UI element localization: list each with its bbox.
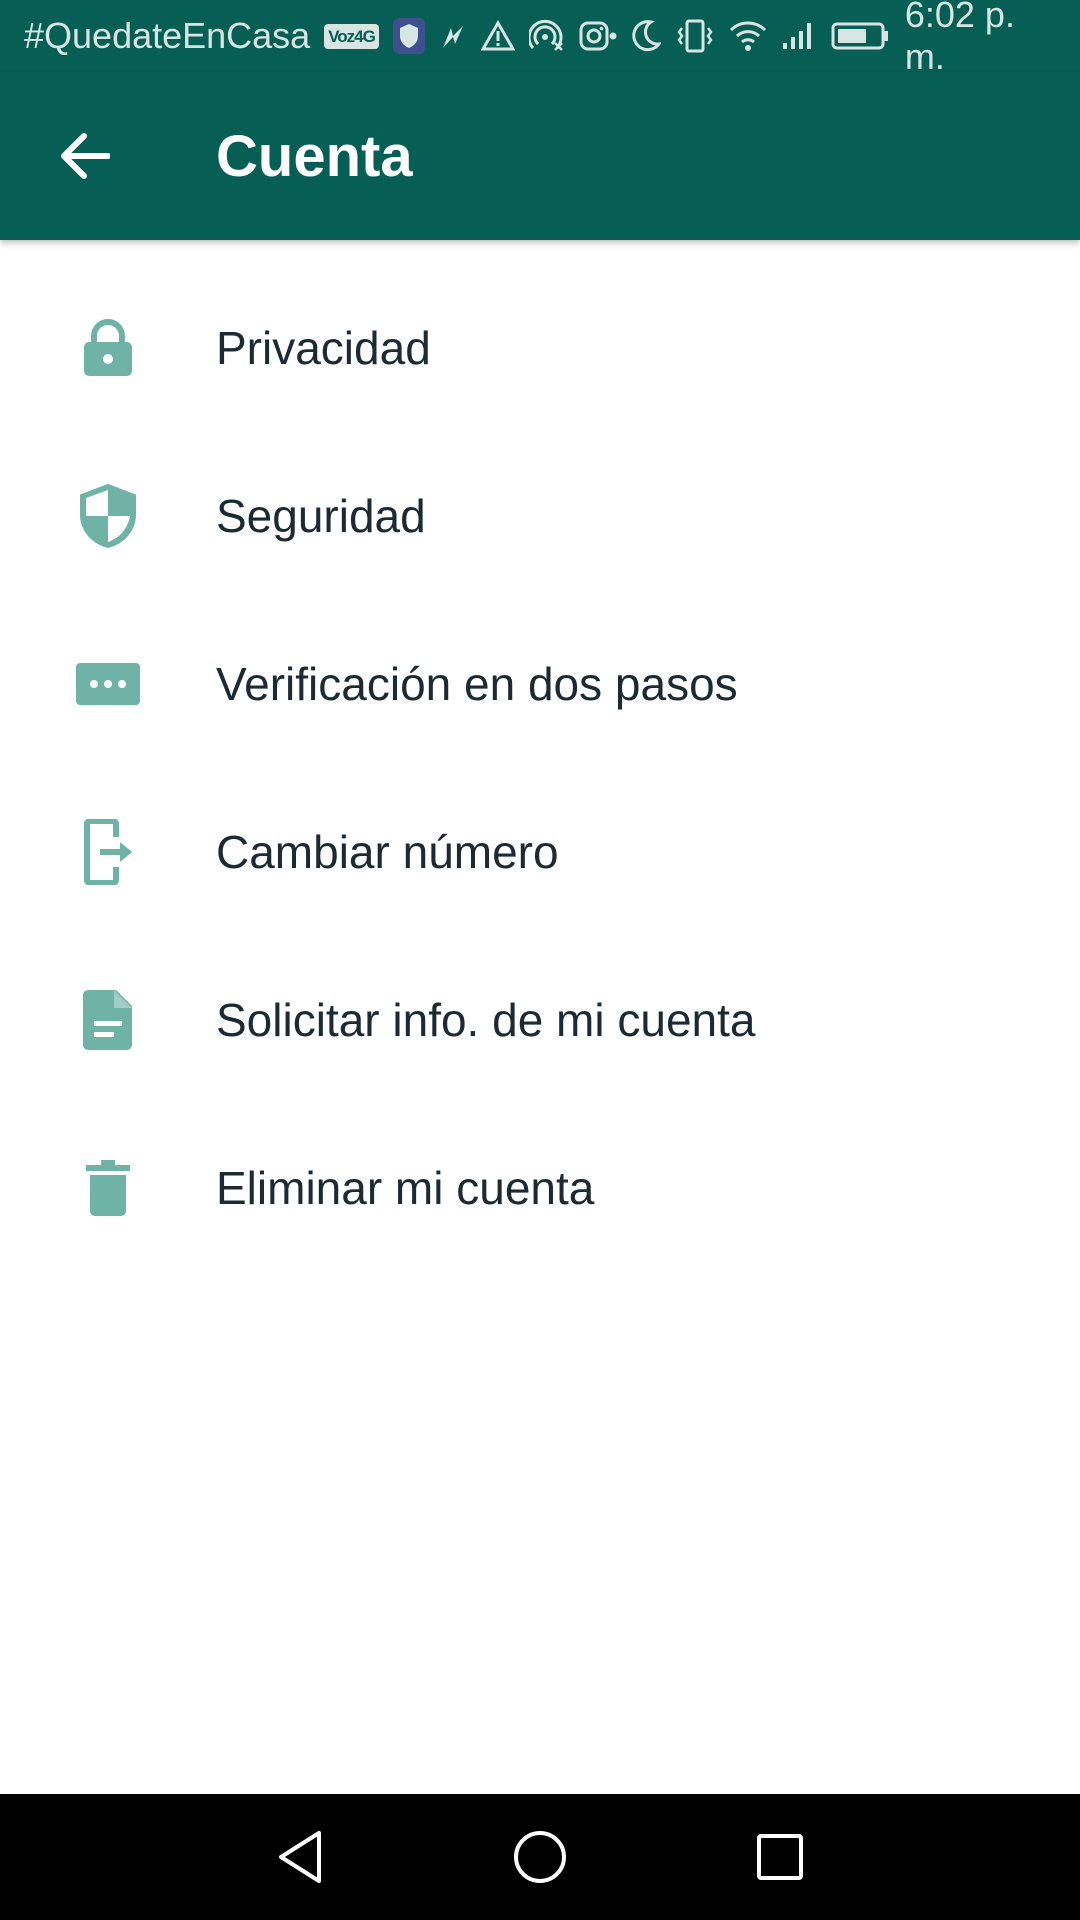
system-nav-bar xyxy=(0,1794,1080,1920)
document-icon xyxy=(64,976,152,1064)
menu-item-label: Cambiar número xyxy=(216,826,559,878)
phone-change-icon xyxy=(64,808,152,896)
signal-icon xyxy=(781,16,817,56)
hotspot-icon xyxy=(528,16,565,56)
arrow-back-icon xyxy=(61,133,110,179)
shield-icon xyxy=(64,472,152,560)
instagram-icon xyxy=(579,16,609,56)
menu-item-label: Privacidad xyxy=(216,322,431,374)
account-menu-list: Privacidad Seguridad Verificación en dos… xyxy=(0,264,1080,1272)
moon-icon xyxy=(631,16,661,56)
vibrate-icon xyxy=(675,16,715,56)
menu-item-label: Solicitar info. de mi cuenta xyxy=(216,994,756,1046)
menu-item-request-account-info[interactable]: Solicitar info. de mi cuenta xyxy=(0,936,1080,1104)
trash-icon xyxy=(64,1144,152,1232)
dot-icon xyxy=(609,16,617,56)
battery-icon xyxy=(831,16,891,56)
back-button[interactable] xyxy=(36,114,132,198)
menu-item-label: Seguridad xyxy=(216,490,426,542)
lock-icon xyxy=(64,304,152,392)
menu-item-label: Eliminar mi cuenta xyxy=(216,1162,595,1214)
menu-item-security[interactable]: Seguridad xyxy=(0,432,1080,600)
account-settings-screen: #QuedateEnCasa Voz4G 6:02 p. m. Cuenta P… xyxy=(0,0,1080,1920)
menu-item-change-number[interactable]: Cambiar número xyxy=(0,768,1080,936)
status-left-group: #QuedateEnCasa Voz4G xyxy=(24,15,609,57)
status-time: 6:02 p. m. xyxy=(904,0,1015,77)
carrier-text: #QuedateEnCasa xyxy=(24,15,311,56)
back-triangle-icon xyxy=(279,1831,321,1883)
menu-item-delete-account[interactable]: Eliminar mi cuenta xyxy=(0,1104,1080,1272)
page-title: Cuenta xyxy=(216,123,413,189)
app-bar: Cuenta xyxy=(0,72,1080,240)
menu-item-privacy[interactable]: Privacidad xyxy=(0,264,1080,432)
recents-square-icon xyxy=(757,1834,803,1880)
location-arrow-icon xyxy=(439,16,467,56)
warning-icon xyxy=(480,16,515,56)
status-bar: #QuedateEnCasa Voz4G 6:02 p. m. xyxy=(0,0,1080,77)
volte-icon: Voz4G xyxy=(324,16,379,56)
nav-recents-button[interactable] xyxy=(740,1817,820,1897)
menu-item-two-step-verification[interactable]: Verificación en dos pasos xyxy=(0,600,1080,768)
nav-home-button[interactable] xyxy=(500,1817,580,1897)
status-right-group: 6:02 p. m. xyxy=(609,0,1056,78)
menu-item-label: Verificación en dos pasos xyxy=(216,658,738,710)
home-circle-icon xyxy=(514,1831,566,1883)
wifi-icon xyxy=(729,16,767,56)
password-dots-icon xyxy=(64,640,152,728)
nav-back-button[interactable] xyxy=(260,1817,340,1897)
shield-app-icon xyxy=(392,16,425,56)
